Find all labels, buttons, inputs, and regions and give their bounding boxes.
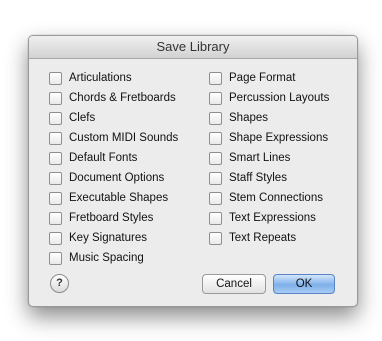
option-percussion-layouts[interactable]: Percussion Layouts: [209, 88, 329, 108]
option-label: Text Repeats: [229, 232, 297, 244]
option-label: Default Fonts: [69, 152, 138, 164]
checkbox[interactable]: [49, 151, 62, 165]
checkbox[interactable]: [209, 191, 222, 205]
checkbox[interactable]: [209, 211, 222, 225]
checkbox[interactable]: [209, 71, 222, 85]
option-shape-expressions[interactable]: Shape Expressions: [209, 128, 329, 148]
option-label: Document Options: [69, 172, 165, 184]
option-label: Shape Expressions: [229, 132, 329, 144]
checkbox[interactable]: [49, 131, 62, 145]
checkbox[interactable]: [209, 151, 222, 165]
checkbox[interactable]: [209, 111, 222, 125]
option-label: Custom MIDI Sounds: [69, 132, 179, 144]
title-bar[interactable]: Save Library: [29, 36, 357, 59]
right-options-column: Page Format Percussion Layouts Shapes Sh…: [209, 68, 329, 248]
checkbox[interactable]: [209, 91, 222, 105]
checkbox[interactable]: [209, 231, 222, 245]
option-custom-midi-sounds[interactable]: Custom MIDI Sounds: [49, 128, 178, 148]
option-label: Articulations: [69, 72, 132, 84]
checkbox[interactable]: [49, 251, 62, 265]
checkbox[interactable]: [49, 111, 62, 125]
option-label: Smart Lines: [229, 152, 291, 164]
ok-button[interactable]: OK: [273, 274, 335, 294]
checkbox[interactable]: [49, 191, 62, 205]
option-label: Staff Styles: [229, 172, 287, 184]
option-clefs[interactable]: Clefs: [49, 108, 178, 128]
option-key-signatures[interactable]: Key Signatures: [49, 228, 178, 248]
option-label: Shapes: [229, 112, 269, 124]
option-chords-fretboards[interactable]: Chords & Fretboards: [49, 88, 178, 108]
cancel-button[interactable]: Cancel: [202, 274, 266, 294]
checkbox[interactable]: [49, 71, 62, 85]
checkbox[interactable]: [209, 131, 222, 145]
option-smart-lines[interactable]: Smart Lines: [209, 148, 329, 168]
option-text-expressions[interactable]: Text Expressions: [209, 208, 329, 228]
option-shapes[interactable]: Shapes: [209, 108, 329, 128]
checkbox[interactable]: [49, 231, 62, 245]
option-document-options[interactable]: Document Options: [49, 168, 178, 188]
option-executable-shapes[interactable]: Executable Shapes: [49, 188, 178, 208]
help-button[interactable]: ?: [50, 274, 69, 293]
option-label: Fretboard Styles: [69, 212, 154, 224]
option-staff-styles[interactable]: Staff Styles: [209, 168, 329, 188]
dialog-title: Save Library: [156, 39, 230, 54]
option-label: Music Spacing: [69, 252, 144, 264]
option-label: Page Format: [229, 72, 296, 84]
option-music-spacing[interactable]: Music Spacing: [49, 248, 178, 268]
option-label: Percussion Layouts: [229, 92, 330, 104]
option-page-format[interactable]: Page Format: [209, 68, 329, 88]
checkbox[interactable]: [209, 171, 222, 185]
checkbox[interactable]: [49, 211, 62, 225]
option-label: Executable Shapes: [69, 192, 169, 204]
option-label: Stem Connections: [229, 192, 323, 204]
save-library-dialog: Save Library Articulations Chords & Fret…: [28, 35, 358, 307]
option-stem-connections[interactable]: Stem Connections: [209, 188, 329, 208]
left-options-column: Articulations Chords & Fretboards Clefs …: [49, 68, 178, 268]
option-label: Text Expressions: [229, 212, 316, 224]
option-articulations[interactable]: Articulations: [49, 68, 178, 88]
option-text-repeats[interactable]: Text Repeats: [209, 228, 329, 248]
checkbox[interactable]: [49, 171, 62, 185]
option-label: Clefs: [69, 112, 96, 124]
option-default-fonts[interactable]: Default Fonts: [49, 148, 178, 168]
option-label: Chords & Fretboards: [69, 92, 176, 104]
option-label: Key Signatures: [69, 232, 147, 244]
option-fretboard-styles[interactable]: Fretboard Styles: [49, 208, 178, 228]
checkbox[interactable]: [49, 91, 62, 105]
